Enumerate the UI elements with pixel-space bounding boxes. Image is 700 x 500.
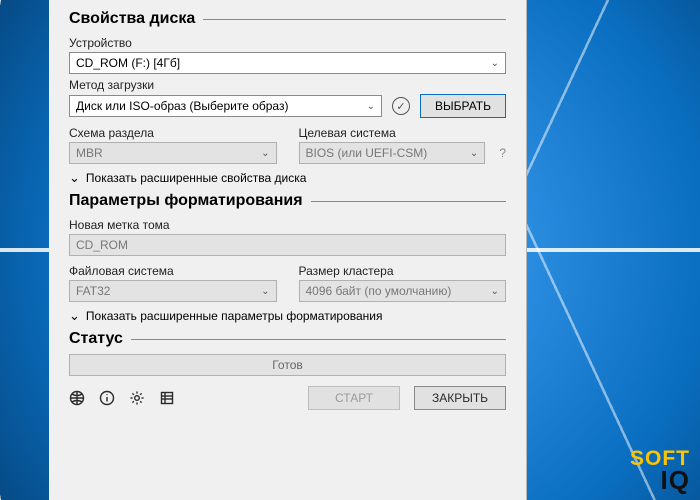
- filesystem-value: FAT32: [76, 284, 110, 298]
- partition-value: MBR: [76, 146, 103, 160]
- status-text: Готов: [272, 358, 303, 372]
- cluster-label: Размер кластера: [299, 264, 507, 278]
- close-button-label: ЗАКРЫТЬ: [432, 391, 488, 405]
- status-bar: Готов: [69, 354, 506, 376]
- rule: [203, 19, 506, 20]
- device-select[interactable]: CD_ROM (F:) [4Гб] ⌄: [69, 52, 506, 74]
- chevron-down-icon: ⌄: [470, 148, 478, 159]
- rufus-window: Свойства диска Устройство CD_ROM (F:) [4…: [49, 0, 527, 500]
- start-button[interactable]: СТАРТ: [308, 386, 400, 410]
- chevron-down-icon: ⌄: [491, 58, 499, 69]
- target-value: BIOS (или UEFI-CSM): [306, 146, 428, 160]
- partition-select[interactable]: MBR ⌄: [69, 142, 277, 164]
- device-label: Устройство: [69, 36, 506, 50]
- status-section-header: Статус: [69, 330, 506, 348]
- settings-icon[interactable]: [129, 390, 145, 406]
- drive-advanced-label: Показать расширенные свойства диска: [86, 171, 307, 185]
- select-button-label: ВЫБРАТЬ: [435, 99, 491, 113]
- close-button[interactable]: ЗАКРЫТЬ: [414, 386, 506, 410]
- partition-label: Схема раздела: [69, 126, 277, 140]
- chevron-down-icon: ⌄: [261, 286, 269, 297]
- format-advanced-toggle[interactable]: Показать расширенные параметры форматиро…: [69, 308, 506, 324]
- filesystem-label: Файловая система: [69, 264, 277, 278]
- chevron-down-icon: [69, 308, 80, 324]
- status-section-title: Статус: [69, 330, 123, 348]
- cluster-select[interactable]: 4096 байт (по умолчанию) ⌄: [299, 280, 507, 302]
- rule: [311, 201, 506, 202]
- start-button-label: СТАРТ: [335, 391, 373, 405]
- chevron-down-icon: ⌄: [491, 286, 499, 297]
- chevron-down-icon: [69, 170, 80, 186]
- softiq-watermark: SOFT IQ: [630, 450, 690, 492]
- log-icon[interactable]: [159, 390, 175, 406]
- target-label: Целевая система: [299, 126, 507, 140]
- help-icon[interactable]: ?: [499, 146, 506, 160]
- chevron-down-icon: ⌄: [367, 101, 375, 112]
- volume-value: CD_ROM: [76, 238, 128, 252]
- globe-icon[interactable]: [69, 390, 85, 406]
- device-select-value: CD_ROM (F:) [4Гб]: [76, 56, 180, 70]
- format-advanced-label: Показать расширенные параметры форматиро…: [86, 309, 383, 323]
- drive-section-header: Свойства диска: [69, 10, 506, 28]
- chevron-down-icon: ⌄: [261, 148, 269, 159]
- volume-label: Новая метка тома: [69, 218, 506, 232]
- boot-label: Метод загрузки: [69, 78, 506, 92]
- cluster-value: 4096 байт (по умолчанию): [306, 284, 452, 298]
- boot-select-value: Диск или ISO-образ (Выберите образ): [76, 99, 288, 113]
- drive-advanced-toggle[interactable]: Показать расширенные свойства диска: [69, 170, 506, 186]
- bottom-toolbar: СТАРТ ЗАКРЫТЬ: [69, 386, 506, 410]
- format-section-title: Параметры форматирования: [69, 192, 303, 210]
- volume-input[interactable]: CD_ROM: [69, 234, 506, 256]
- target-select[interactable]: BIOS (или UEFI-CSM) ⌄: [299, 142, 486, 164]
- boot-select[interactable]: Диск или ISO-образ (Выберите образ) ⌄: [69, 95, 382, 117]
- watermark-line2: IQ: [630, 469, 690, 492]
- rule: [131, 339, 506, 340]
- check-icon[interactable]: ✓: [392, 97, 410, 115]
- info-icon[interactable]: [99, 390, 115, 406]
- format-section-header: Параметры форматирования: [69, 192, 506, 210]
- select-button[interactable]: ВЫБРАТЬ: [420, 94, 506, 118]
- drive-section-title: Свойства диска: [69, 10, 195, 28]
- filesystem-select[interactable]: FAT32 ⌄: [69, 280, 277, 302]
